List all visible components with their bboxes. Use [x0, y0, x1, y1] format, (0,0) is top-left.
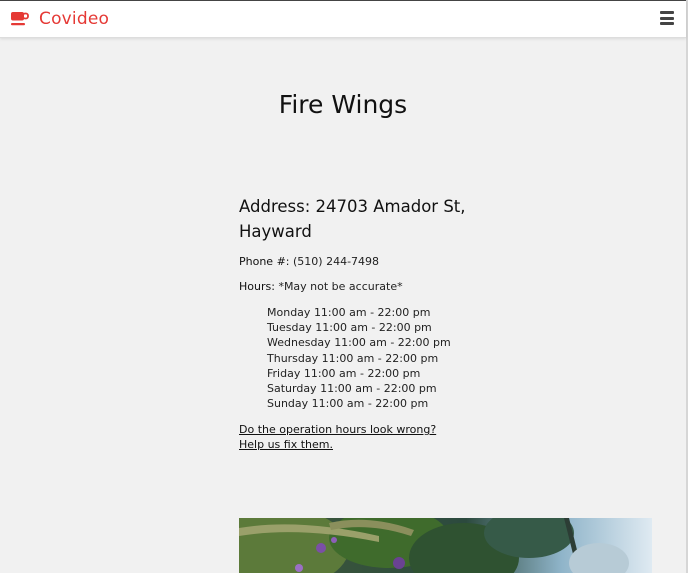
hours-item: Saturday 11:00 am - 22:00 pm [267, 381, 469, 396]
phone-row: Phone #: (510) 244-7498 [239, 255, 469, 269]
restaurant-title: Fire Wings [278, 90, 408, 119]
photo-illustration [239, 518, 652, 573]
hours-time: 11:00 am - 22:00 pm [334, 336, 451, 350]
brand-home-link[interactable]: Covideo [11, 8, 109, 30]
hours-time: 11:00 am - 22:00 pm [320, 382, 437, 396]
hours-time: 11:00 am - 22:00 pm [313, 306, 431, 319]
menu-bar [660, 22, 674, 25]
hours-item: Sunday 11:00 am - 22:00 pm [267, 396, 469, 411]
fix-hours-link[interactable]: Do the operation hours look wrong? Help … [239, 422, 444, 452]
hours-item: Friday 11:00 am - 22:00 pm [267, 366, 469, 381]
coffee-cup-icon [11, 12, 29, 26]
hours-item: Monday 11:00 am - 22:00 pm [267, 305, 469, 320]
hours-day: Friday [267, 366, 301, 380]
hours-time: 11:00 am - 22:00 pm [321, 351, 439, 365]
hours-day: Thursday [267, 351, 319, 365]
hours-day: Saturday [267, 382, 317, 396]
hours-day: Sunday [267, 397, 309, 411]
hours-label: Hours: [239, 280, 275, 293]
restaurant-photo [239, 518, 652, 573]
page: Covideo Fire Wings Address: 24703 Amador… [0, 0, 688, 573]
hours-day: Wednesday [267, 336, 331, 350]
hours-item: Wednesday 11:00 am - 22:00 pm [267, 335, 469, 350]
phone-number: (510) 244-7498 [293, 255, 380, 268]
hours-accuracy-note: *May not be accurate* [278, 280, 403, 293]
hours-item: Tuesday 11:00 am - 22:00 pm [267, 320, 469, 335]
restaurant-address: Address: 24703 Amador St, Hayward [239, 197, 466, 241]
restaurant-details: Address: 24703 Amador St, Hayward Phone … [239, 194, 469, 452]
top-navbar: Covideo [0, 0, 686, 38]
menu-bar [660, 11, 674, 14]
hours-item: Thursday 11:00 am - 22:00 pm [267, 351, 469, 366]
brand-name: Covideo [39, 9, 110, 29]
hours-row: Hours: *May not be accurate* [239, 280, 469, 294]
hours-time: 11:00 am - 22:00 pm [315, 321, 432, 335]
hours-day: Tuesday [267, 321, 312, 335]
hours-time: 11:00 am - 22:00 pm [311, 397, 429, 411]
hours-time: 11:00 am - 22:00 pm [303, 366, 421, 380]
menu-bar [660, 16, 674, 20]
hours-list: Monday 11:00 am - 22:00 pm Tuesday 11:00… [267, 305, 469, 411]
phone-label: Phone #: [239, 255, 290, 268]
hamburger-menu-icon[interactable] [660, 11, 674, 25]
hours-day: Monday [267, 306, 311, 319]
